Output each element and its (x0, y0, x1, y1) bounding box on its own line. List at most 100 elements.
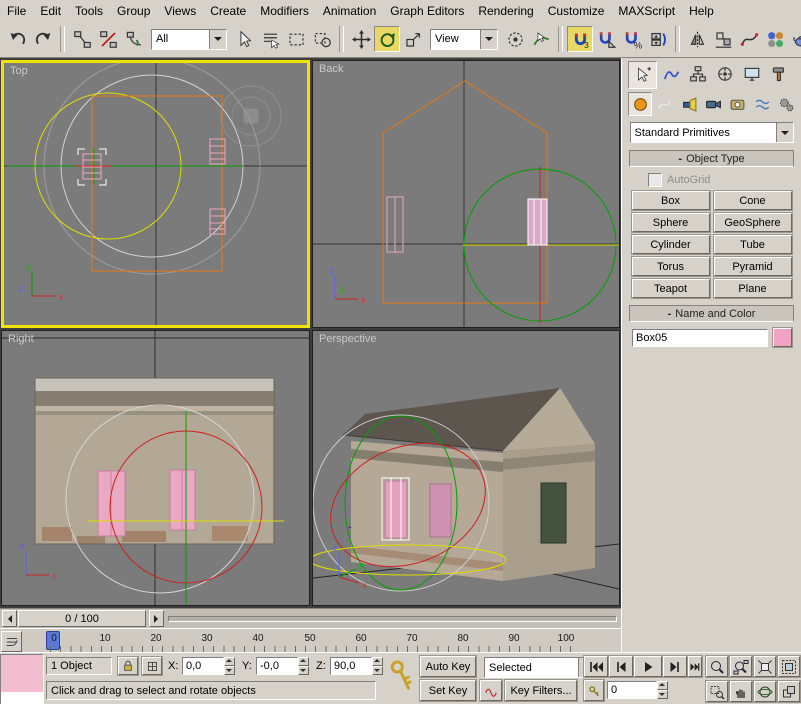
key-mode-dropdown[interactable]: Selected (484, 657, 596, 678)
menu-graph-editors[interactable]: Graph Editors (383, 2, 471, 20)
percent-snap-button[interactable]: % (619, 26, 645, 52)
angle-snap-button[interactable] (593, 26, 619, 52)
wall-texture[interactable] (35, 378, 274, 544)
primitives-category-dropdown[interactable]: Standard Primitives (630, 122, 794, 143)
viewport-back[interactable]: Back (312, 60, 620, 328)
category-lights-button[interactable] (677, 92, 701, 116)
select-and-link-button[interactable] (69, 26, 95, 52)
menu-file[interactable]: File (0, 2, 33, 20)
time-back-button[interactable] (2, 610, 17, 627)
snaps-toggle-button[interactable]: 3 (567, 26, 593, 52)
bind-to-spacewarp-button[interactable] (121, 26, 147, 52)
play-button[interactable] (634, 656, 662, 677)
tab-display[interactable] (738, 61, 765, 87)
set-key-mode-button[interactable] (386, 657, 416, 701)
reference-coordsys-dropdown[interactable]: View (430, 29, 498, 50)
viewport-label-top[interactable]: Top (10, 65, 28, 77)
redo-button[interactable] (30, 26, 56, 52)
menu-edit[interactable]: Edit (33, 2, 68, 20)
category-cameras-button[interactable] (701, 92, 725, 116)
time-slider-track[interactable] (168, 616, 617, 622)
quick-render-button[interactable] (788, 26, 801, 52)
go-to-end-button[interactable] (688, 656, 702, 677)
default-tangent-button[interactable] (480, 680, 502, 701)
menu-help[interactable]: Help (682, 2, 721, 20)
category-helpers-button[interactable] (726, 92, 750, 116)
category-shapes-button[interactable] (652, 92, 676, 116)
object-type-pyramid-button[interactable]: Pyramid (714, 257, 792, 276)
chevron-down-icon[interactable] (209, 30, 226, 49)
object-color-swatch[interactable] (773, 328, 792, 347)
spinner-snap-button[interactable] (645, 26, 671, 52)
selection-filter-dropdown[interactable]: All (151, 29, 227, 50)
tab-modify[interactable] (657, 61, 684, 87)
select-by-name-button[interactable] (257, 26, 283, 52)
menu-maxscript[interactable]: MAXScript (611, 2, 682, 20)
min-max-toggle-button[interactable] (778, 681, 800, 702)
viewport-perspective[interactable]: Perspective (312, 330, 620, 606)
object-name-input[interactable] (632, 329, 768, 347)
object-type-torus-button[interactable]: Torus (632, 257, 710, 276)
category-spacewarps-button[interactable] (750, 92, 774, 116)
screen-rotation-ring[interactable] (44, 63, 260, 274)
select-and-rotate-button[interactable] (374, 26, 400, 52)
current-frame-field[interactable]: 0 (607, 681, 657, 699)
object-type-cylinder-button[interactable]: Cylinder (632, 235, 710, 254)
object-type-teapot-button[interactable]: Teapot (632, 279, 710, 298)
curve-editor-button[interactable] (736, 26, 762, 52)
menu-animation[interactable]: Animation (316, 2, 383, 20)
menu-tools[interactable]: Tools (68, 2, 110, 20)
y-spinner[interactable] (298, 657, 309, 675)
object-type-geosphere-button[interactable]: GeoSphere (714, 213, 792, 232)
zoom-region-button[interactable] (706, 681, 728, 702)
zoom-extents-all-button[interactable] (778, 656, 800, 677)
object-type-box-button[interactable]: Box (632, 191, 710, 210)
pan-button[interactable] (730, 681, 752, 702)
chevron-down-icon[interactable] (776, 123, 793, 142)
set-key-button[interactable]: Set Key (420, 680, 476, 701)
key-mode-toggle-button[interactable] (584, 680, 604, 701)
house-wireframe[interactable] (383, 81, 547, 303)
use-pivot-center-button[interactable] (502, 26, 528, 52)
viewport-right[interactable]: Right (1, 330, 310, 606)
viewport-back-canvas[interactable]: z x y (313, 61, 619, 327)
object-type-cone-button[interactable]: Cone (714, 191, 792, 210)
go-to-start-button[interactable] (584, 656, 608, 677)
time-slider-handle[interactable]: 0 / 100 (18, 610, 146, 627)
menu-group[interactable]: Group (110, 2, 157, 20)
tab-utilities[interactable] (765, 61, 792, 87)
time-forward-button[interactable] (149, 610, 164, 627)
maxscript-mini-listener[interactable] (0, 654, 44, 704)
tab-motion[interactable] (711, 61, 738, 87)
arc-rotate-button[interactable] (754, 681, 776, 702)
object-type-sphere-button[interactable]: Sphere (632, 213, 710, 232)
y-coord-field[interactable]: -0,0 (256, 657, 298, 675)
frame-spinner[interactable] (657, 681, 668, 699)
category-systems-button[interactable] (775, 92, 799, 116)
viewport-label-back[interactable]: Back (319, 63, 343, 75)
window-crossing-button[interactable] (309, 26, 335, 52)
unlink-selection-button[interactable] (95, 26, 121, 52)
window-objects[interactable] (83, 139, 225, 234)
select-and-move-button[interactable] (348, 26, 374, 52)
material-editor-button[interactable] (762, 26, 788, 52)
z-spinner[interactable] (372, 657, 383, 675)
previous-frame-button[interactable] (609, 656, 633, 677)
auto-key-button[interactable]: Auto Key (420, 656, 476, 677)
absolute-offset-mode-button[interactable] (142, 657, 162, 675)
mini-listener-white-pane[interactable] (1, 692, 43, 704)
undo-button[interactable] (4, 26, 30, 52)
track-bar[interactable]: 0 10 20 30 40 50 60 70 80 90 100 (0, 628, 621, 652)
viewport-label-perspective[interactable]: Perspective (319, 333, 376, 345)
rollout-name-color[interactable]: - Name and Color (629, 305, 794, 322)
zoom-button[interactable] (706, 656, 728, 677)
zoom-extents-button[interactable] (754, 656, 776, 677)
next-frame-button[interactable] (663, 656, 687, 677)
select-object-button[interactable] (231, 26, 257, 52)
menu-customize[interactable]: Customize (541, 2, 612, 20)
tab-create[interactable] (628, 61, 657, 89)
x-coord-field[interactable]: 0,0 (182, 657, 224, 675)
selection-region-button[interactable] (283, 26, 309, 52)
menu-modifiers[interactable]: Modifiers (253, 2, 316, 20)
category-geometry-button[interactable] (628, 92, 652, 116)
